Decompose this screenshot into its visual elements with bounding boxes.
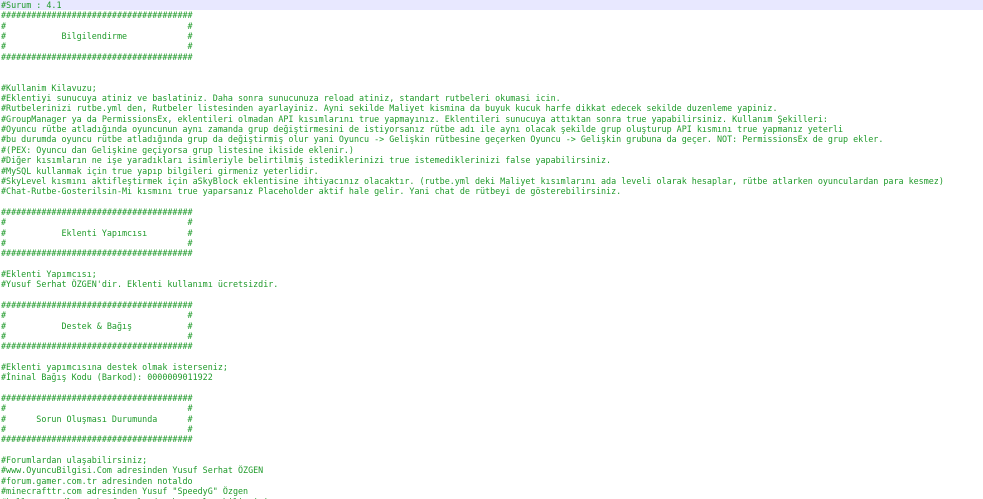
code-line[interactable]	[0, 352, 983, 362]
code-line[interactable]: # Sorun Oluşması Durumunda #	[0, 414, 983, 424]
code-line[interactable]: # #	[0, 41, 983, 51]
code-line[interactable]: #www.OyuncuBilgisi.Com adresinden Yusuf …	[0, 465, 983, 475]
code-line[interactable]: ######################################	[0, 207, 983, 217]
code-line[interactable]: #minecrafttr.com adresinden Yusuf "Speed…	[0, 486, 983, 496]
code-line[interactable]: # #	[0, 217, 983, 227]
code-line[interactable]: # Eklenti Yapımcısı #	[0, 228, 983, 238]
code-line[interactable]: ######################################	[0, 341, 983, 351]
code-line[interactable]	[0, 62, 983, 72]
code-line[interactable]: # #	[0, 238, 983, 248]
code-line[interactable]: #Eklenti Yapımcısı;	[0, 269, 983, 279]
code-line[interactable]: #SkyLevel kısmını aktifleştirmek için aS…	[0, 176, 983, 186]
code-line[interactable]: #Diğer kısımların ne işe yaradıkları isi…	[0, 155, 983, 165]
current-line[interactable]: #Surum : 4.1	[0, 0, 983, 11]
code-line[interactable]: ######################################	[0, 434, 983, 444]
code-line[interactable]: #Eklenti yapımcısına destek olmak isters…	[0, 362, 983, 372]
code-line[interactable]	[0, 290, 983, 300]
code-line[interactable]: # #	[0, 403, 983, 413]
code-line[interactable]	[0, 383, 983, 393]
code-line[interactable]: #(PEX: Oyuncu dan Gelişkine geçiyorsa gr…	[0, 145, 983, 155]
code-line[interactable]: ######################################	[0, 393, 983, 403]
code-line[interactable]: # #	[0, 331, 983, 341]
code-line[interactable]: #Forumlardan ulaşabilirsiniz;	[0, 455, 983, 465]
code-line[interactable]: #GroupManager ya da PermissionsEx, eklen…	[0, 114, 983, 124]
code-line[interactable]: # Destek & Bağış #	[0, 321, 983, 331]
code-line[interactable]: #forum.gamer.com.tr adresinden notaldo	[0, 476, 983, 486]
code-line[interactable]: # #	[0, 424, 983, 434]
code-line[interactable]	[0, 259, 983, 269]
code-line[interactable]: #MySQL kullanmak için true yapıp bilgile…	[0, 166, 983, 176]
code-line[interactable]: #bu durumda oyuncu rütbe atladığında gru…	[0, 134, 983, 144]
code-line[interactable]	[0, 445, 983, 455]
code-line[interactable]: #Eklentiyi sunucuya atiniz ve baslatiniz…	[0, 93, 983, 103]
code-line[interactable]: #Rutbelerinizi rutbe.yml den, Rutbeler l…	[0, 103, 983, 113]
code-line[interactable]: #Chat-Rutbe-Gosterilsin-Mi kısmını true …	[0, 186, 983, 196]
code-line[interactable]: ######################################	[0, 10, 983, 20]
code-line[interactable]: #Yusuf Serhat ÖZGEN'dir. Eklenti kullanı…	[0, 279, 983, 289]
code-line[interactable]	[0, 72, 983, 82]
code-line[interactable]: # #	[0, 310, 983, 320]
code-line[interactable]: # #	[0, 21, 983, 31]
code-line[interactable]: ######################################	[0, 52, 983, 62]
code-line[interactable]: # Bilgilendirme #	[0, 31, 983, 41]
code-line[interactable]: #Kullanim Kilavuzu;	[0, 83, 983, 93]
code-line[interactable]	[0, 197, 983, 207]
code-line[interactable]: ######################################	[0, 300, 983, 310]
code-line[interactable]: #Oyuncu rütbe atladığında oyuncunun aynı…	[0, 124, 983, 134]
code-line[interactable]: #İninal Bağış Kodu (Barkod): 00000090119…	[0, 372, 983, 382]
code-editor[interactable]: #Surum : 4.1 ############################…	[0, 0, 983, 499]
code-line[interactable]: ######################################	[0, 248, 983, 258]
